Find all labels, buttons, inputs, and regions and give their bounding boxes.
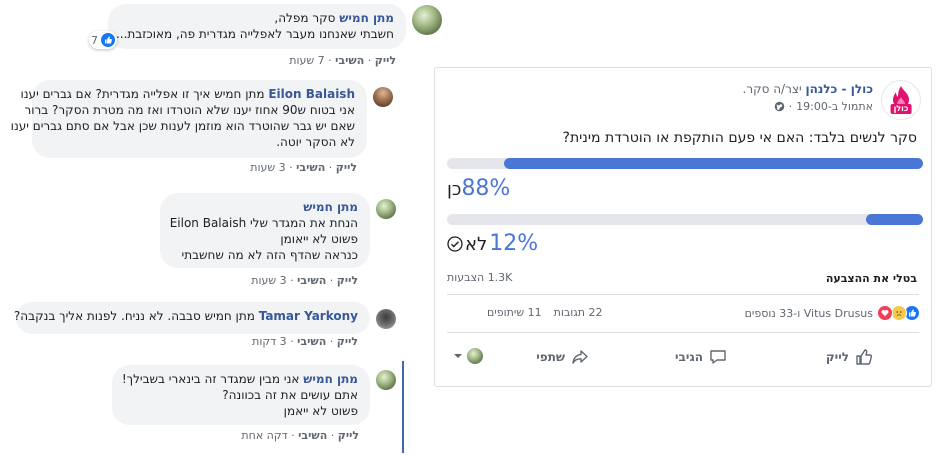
post-as-selector[interactable] [453,348,483,364]
reply-link[interactable]: השיבי [297,274,326,287]
comment-text: מתן חמיש איך זו אפלייה מגדרית? אם גברים … [20,87,265,101]
poll-option-label: לא [465,234,488,255]
like-reaction-icon [101,33,115,47]
like-link[interactable]: לייק [337,274,358,287]
poll-option-label: כן [447,179,462,200]
comment-button[interactable]: הגיבי [675,344,727,370]
poll-bar-no[interactable] [447,214,923,225]
comment-time[interactable]: 7 שעות [289,54,324,67]
divider [447,332,919,333]
shares-count[interactable]: 11 שיתופים [487,306,542,319]
comment-time[interactable]: 3 שעות [251,274,286,287]
comment-text: אתם עושים את זה בכוונה? [222,388,358,402]
comment-bubble: מתן חמיש הנחת את המגדר שלי Eilon Balaish… [160,193,370,268]
like-button-label: לייק [825,350,849,364]
like-link[interactable]: לייק [336,161,357,174]
avatar[interactable] [412,5,442,35]
comment-author[interactable]: Eilon Balaish [268,87,355,101]
comment-meta: לייק · השיבי · 3 דקות [252,335,358,348]
comment-meta: לייק · השיבי · דקה אחת [241,429,359,442]
reactions-text: Vitus Drusus ו-33 נוספים [744,306,873,320]
comment-bubble: מתן חמיש סקר מפלה, חשבתי שאנחנו מעבר לאפ… [108,4,406,49]
comment-text: פשוט לא ייאומן [280,232,358,246]
check-circle-icon [447,235,463,252]
avatar[interactable] [376,199,396,219]
divider [447,294,919,295]
comment-button-label: הגיבי [675,350,703,364]
comment-meta: לייק · השיבי · 3 שעות [250,161,357,174]
post-timestamp[interactable]: אתמול ב-19:00 [796,100,873,113]
globe-icon [774,101,784,112]
poll-option-yes[interactable]: 88%כן [447,176,510,201]
comment-text: שאם יש גבר שהוטרד הוא מוזמן לענות שכן אב… [10,119,355,133]
comment-text: אני מבין שמגדר זה בינארי בשבילך! [121,372,300,386]
love-reaction-icon [877,305,893,321]
like-button[interactable]: לייק [826,344,873,370]
share-button-label: שתפי [536,350,565,364]
comment-text: הנחת את המגדר שלי Eilon Balaish [169,216,358,230]
comment-text: סקר מפלה, [274,11,336,25]
comment-text: כנראה שהדף הזה לא מה שחשבתי [181,248,358,262]
post-action-text: יצר/ה סקר. [742,82,802,96]
poll-option-percent: 12% [489,231,539,256]
comment-text: פשוט לא ייאמן [283,404,358,418]
page-logo[interactable]: כולן [881,80,921,120]
reaction-count[interactable]: 7 [89,31,117,49]
like-link[interactable]: לייק [375,54,396,67]
like-link[interactable]: לייק [338,429,359,442]
comment-time[interactable]: דקה אחת [241,429,287,442]
reaction-count-label: 7 [91,33,98,47]
reply-link[interactable]: השיבי [297,335,326,348]
comment-meta: לייק · השיבי · 7 שעות [289,54,396,67]
cancel-vote-link[interactable]: בטלי את ההצבעה [826,272,917,285]
caret-down-icon [454,354,462,358]
comment-author[interactable]: מתן חמיש [172,199,358,215]
comment-time[interactable]: 3 שעות [250,161,285,174]
logo-text: כולן [890,104,912,114]
reactions-summary[interactable]: Vitus Drusus ו-33 נוספים [745,305,919,321]
thread-line [402,361,404,453]
avatar [467,348,483,364]
poll-bar-fill-no [865,214,923,225]
comment-text: חשבתי שאנחנו מעבר לאפלייה מגדרית פה, מאו… [115,27,394,41]
engagement-counts: 22 תגובות 11 שיתופים [487,306,602,319]
comment-text: לא הסקר יוטה. [276,135,355,149]
comments-count[interactable]: 22 תגובות [554,306,603,319]
post-timestamp-row: אתמול ב-19:00 · [774,100,873,113]
poll-bar-fill-yes [504,158,923,169]
comment-author[interactable]: מתן חמיש [303,372,358,386]
poll-question: סקר לנשים בלבד: האם אי פעם הותקפת או הוט… [562,130,917,146]
poll-option-no[interactable]: לא 12% [447,231,538,256]
comment-bubble: מתן חמיש אני מבין שמגדר זה בינארי בשבילך… [112,365,370,425]
like-link[interactable]: לייק [337,335,358,348]
reply-link[interactable]: השיבי [335,54,364,67]
share-button[interactable]: שתפי [536,344,589,370]
share-icon [572,350,588,364]
comment-bubble: Eilon Balaish מתן חמיש איך זו אפלייה מגד… [10,80,367,158]
avatar[interactable] [376,370,396,390]
reply-link[interactable]: השיבי [298,429,327,442]
sad-reaction-icon [891,305,907,321]
poll-bar-yes[interactable] [447,158,923,169]
thumbs-up-icon [856,349,873,365]
reply-link[interactable]: השיבי [296,161,325,174]
comment-author[interactable]: מתן חמיש [339,11,394,25]
comment-time[interactable]: 3 דקות [252,335,287,348]
page-name[interactable]: כולן - כלנהן [806,82,874,96]
comment-text: אני בטוח ש90 אחוז יענו שלא הוטרדו ואז מה… [24,103,355,117]
votes-count[interactable]: 1.3K הצבעות [447,271,512,284]
comment-bubble: Tamar Yarkony מתן חמיש סבבה. לא נניח. לפ… [13,302,370,334]
comment-meta: לייק · השיבי · 3 שעות [251,274,358,287]
comment-text: מתן חמיש סבבה. לא נניח. לפנות אליך בנקבה… [13,309,255,323]
like-reaction-icon [905,306,919,320]
comment-icon [710,350,726,364]
avatar[interactable] [376,309,396,329]
post-header: כולן - כלנהן יצר/ה סקר. [473,82,874,96]
poll-option-percent: 88% [461,176,511,201]
comment-author[interactable]: Tamar Yarkony [259,309,358,323]
avatar[interactable] [373,87,393,107]
poll-post-card: כולן כולן - כלנהן יצר/ה סקר. אתמול ב-19:… [434,67,932,387]
